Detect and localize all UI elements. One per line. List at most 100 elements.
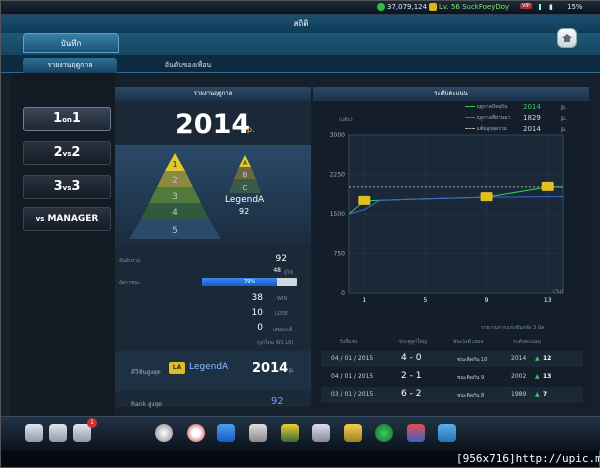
- sub-level-b: B: [243, 171, 248, 179]
- cards-dock-icon[interactable]: [312, 424, 330, 442]
- coach-dock-icon[interactable]: [344, 424, 362, 442]
- best-tier-name: LegendA: [189, 362, 229, 372]
- history-head-result: ชนะ/แพ้ เสมอ: [453, 339, 484, 345]
- row-date: 03 / 01 / 2015: [331, 391, 374, 398]
- ranking-dock-icon[interactable]: [281, 424, 299, 442]
- training-dock-icon[interactable]: [187, 424, 205, 442]
- history-row: 04 / 01 / 2015 4 - 0 ชนะติดกัน 10 2014 ▲…: [321, 351, 583, 367]
- up-arrow-icon: ▲: [535, 355, 540, 362]
- up-arrow-icon: ▲: [535, 391, 540, 398]
- up-arrow-icon: ▲: [535, 373, 540, 380]
- mail-count-badge: 1: [87, 418, 97, 428]
- battery-icon: ▮: [549, 3, 553, 11]
- y-tick-label: 1500: [330, 211, 345, 218]
- history-row: 04 / 01 / 2015 2 - 1 ชนะติดกัน 9 2002 ▲ …: [321, 369, 583, 385]
- rank-label: อันดับรวม: [119, 258, 141, 264]
- shop-cart-dock-icon[interactable]: [438, 424, 456, 442]
- row-points: 2002: [511, 373, 527, 380]
- chat-dock-icon[interactable]: [49, 424, 67, 442]
- x-tick-label: 13: [544, 297, 552, 304]
- row-points: 2014: [511, 355, 527, 362]
- x-tick-label: 9: [485, 297, 489, 304]
- row-date: 04 / 01 / 2015: [331, 373, 374, 380]
- draw-label: เสมอ/แพ้: [273, 327, 293, 333]
- lose-count: 10: [251, 308, 263, 318]
- mode-1on1-button[interactable]: 1on1: [23, 107, 111, 131]
- row-score: 4 - 0: [401, 353, 422, 363]
- signal-icon: [539, 4, 546, 10]
- home-button[interactable]: [557, 28, 577, 48]
- row-score: 2 - 1: [401, 371, 422, 381]
- battery-percent: 15%: [567, 3, 583, 11]
- club-dock-icon[interactable]: [375, 424, 393, 442]
- data-point-marker: [480, 192, 493, 202]
- row-result: ชนะติดกัน 10: [457, 357, 488, 363]
- pyramid-level-5: 5: [172, 226, 178, 236]
- level-text: Lv. 56 SuckFoeyDoy: [439, 3, 510, 11]
- history-head-date: วันที่แข่ง: [339, 339, 358, 345]
- best-division-label: ดีวีชั่นสูงสุด: [131, 369, 161, 376]
- pyramid-level-4: 4: [172, 208, 178, 218]
- chart-header: ระดับคะแนน: [313, 87, 589, 101]
- row-points: 1989: [511, 391, 527, 398]
- mode-3vs3-button[interactable]: 3vs3: [23, 175, 111, 199]
- y-tick-label: 3000: [330, 132, 345, 139]
- history-title: รายงานการแข่งขันหลัง 3 นัด: [481, 325, 545, 331]
- pyramid-level-3: 3: [172, 192, 178, 202]
- x-tick-label: 5: [424, 297, 428, 304]
- x-axis-label: (วัน): [553, 289, 563, 295]
- row-result: ชนะติดกัน 9: [457, 375, 485, 381]
- best-tier-badge: LA: [169, 362, 185, 374]
- y-tick-label: 2250: [330, 172, 345, 179]
- ball-dock-icon[interactable]: [155, 424, 173, 442]
- profile-dock-icon[interactable]: [25, 424, 43, 442]
- market-dock-icon[interactable]: [407, 424, 425, 442]
- best-rank-label: Rank สูงสุด: [131, 401, 163, 408]
- row-delta: 12: [543, 355, 552, 362]
- pyramid-level-2: 2: [172, 176, 178, 186]
- status-bar: 37,079,124 Lv. 56 SuckFoeyDoy VIP ▮ 15%: [1, 1, 600, 15]
- season-points: 2014: [175, 109, 251, 140]
- best-points-unit: p.: [289, 367, 295, 374]
- coin-icon: [377, 3, 385, 11]
- history-head-points: ระดับคะแนน: [513, 339, 541, 345]
- lose-label: LOSE: [275, 311, 288, 317]
- season-header: รายงานฤดูกาล: [115, 87, 311, 101]
- vip-badge: VIP: [520, 3, 532, 9]
- footer-watermark: [956x716]http://upic.me/: [456, 452, 600, 465]
- y-tick-label: 750: [334, 251, 346, 258]
- y-tick-label: 0: [341, 290, 345, 297]
- boots-dock-icon[interactable]: [217, 424, 235, 442]
- x-tick-label: 1: [362, 297, 366, 304]
- winrate-text: 79%: [243, 279, 256, 285]
- points-chart: 0 750 1500 2250 3000 1 5 9 13 (แต้ม) (วัน): [330, 116, 564, 304]
- row-result: ชนะติดกัน 8: [457, 393, 485, 399]
- tab-record[interactable]: บันทึก: [23, 33, 119, 53]
- level-icon: [429, 3, 437, 11]
- trophy-dock-icon[interactable]: [249, 424, 267, 442]
- mode-manager-button[interactable]: vs MANAGER: [23, 207, 111, 231]
- row-delta: 7: [543, 391, 548, 398]
- best-rank-value: 92: [271, 396, 284, 407]
- page-title: สถิติ: [1, 15, 600, 33]
- win-label: WIN: [277, 296, 288, 302]
- row-score: 6 - 2: [401, 389, 422, 399]
- draw-count: 0: [257, 323, 263, 333]
- season-points-unit: p.: [247, 125, 255, 134]
- winrate-label: อัตราชนะ: [119, 280, 141, 286]
- tier-sub-pyramid: A B C: [229, 155, 261, 193]
- winrate-bar: 79%: [202, 278, 297, 286]
- history-head-score: ประตูลูกใหญ่: [399, 339, 427, 345]
- data-point-marker: [358, 195, 371, 205]
- app-frame: 37,079,124 Lv. 56 SuckFoeyDoy VIP ▮ 15% …: [0, 0, 600, 468]
- subtab-season-report[interactable]: รายงานฤดูกาล: [23, 58, 117, 73]
- subtab-friend-ranking[interactable]: อันดับของเพื่อน: [141, 58, 235, 73]
- win-count: 38: [251, 293, 263, 303]
- mode-2vs2-button[interactable]: 2vs2: [23, 141, 111, 165]
- row-delta: 13: [543, 373, 552, 380]
- tier-name: LegendA: [225, 195, 265, 205]
- match-note: (ถูกไทม W1 L0): [257, 340, 294, 346]
- best-points: 2014: [252, 361, 289, 376]
- pyramid-level-1: 1: [172, 160, 177, 169]
- data-point-marker: [541, 181, 554, 191]
